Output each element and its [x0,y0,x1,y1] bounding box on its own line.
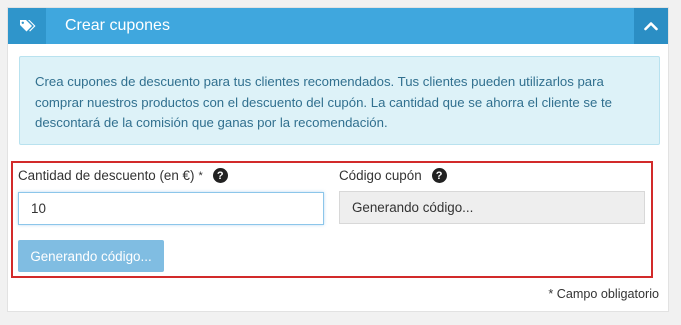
discount-amount-input[interactable] [18,192,324,225]
required-field-note: * Campo obligatorio [548,287,659,301]
coupon-code-label: Código cupón ? [339,168,447,183]
coupon-code-input [339,191,645,224]
info-text-line-3: descontará de la comisión que ganas por … [35,115,388,130]
coupon-code-label-text: Código cupón [339,168,422,183]
create-coupons-panel: Crear cupones Crea cupones de descuento … [7,7,669,312]
collapse-button[interactable] [634,8,668,44]
panel-header: Crear cupones [8,8,668,44]
chevron-up-icon [644,22,658,31]
required-asterisk: * [198,169,203,182]
question-circle-icon[interactable]: ? [431,168,447,183]
generate-code-button[interactable]: Generando código... [18,240,164,272]
discount-amount-label-text: Cantidad de descuento (en €) [18,168,195,183]
question-circle-icon[interactable]: ? [212,168,228,183]
tags-icon [8,8,46,44]
panel-title: Crear cupones [65,17,170,34]
info-text-line-2: comprar nuestros productos con el descue… [35,94,612,110]
discount-amount-label: Cantidad de descuento (en €) * ? [18,168,228,183]
info-text-line-1: Crea cupones de descuento para tus clien… [35,74,604,89]
info-alert: Crea cupones de descuento para tus clien… [19,56,660,145]
